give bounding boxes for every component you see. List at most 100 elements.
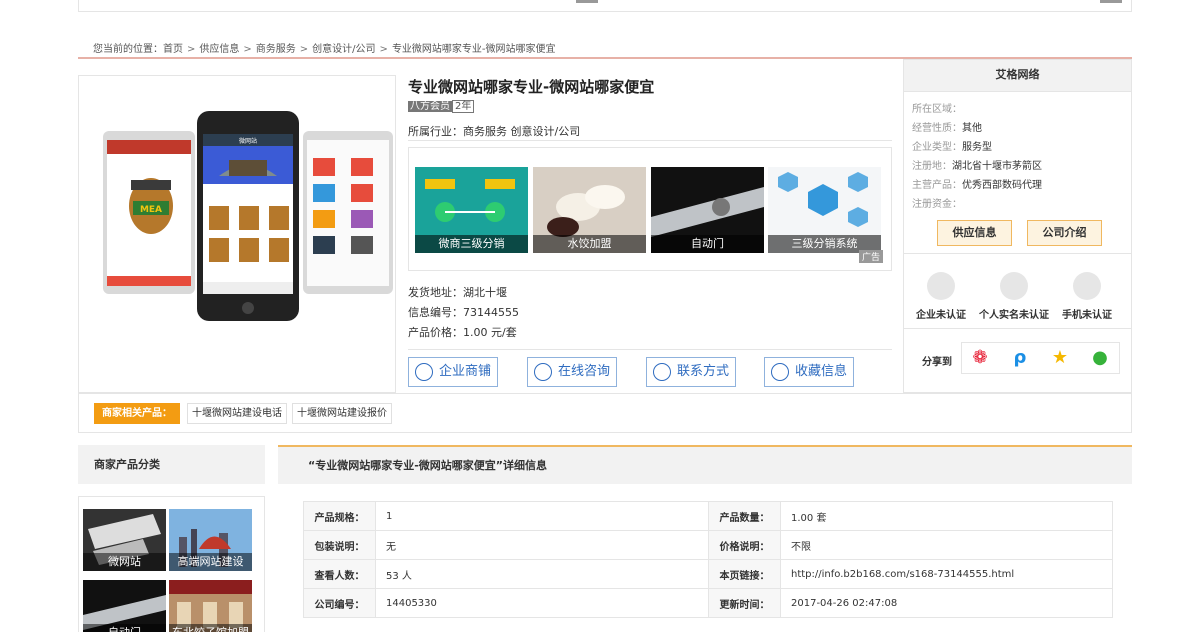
shop-button[interactable]: 企业商铺	[408, 357, 499, 387]
spec-value: 1	[375, 501, 709, 531]
table-row: 产品规格： 1 产品数量： 1.00 套	[303, 501, 1113, 531]
ad-caption: 微商三级分销	[415, 235, 528, 253]
category-header: 商家产品分类	[78, 445, 265, 484]
strip-handle-right	[1100, 0, 1122, 3]
breadcrumb-business[interactable]: 商务服务	[256, 44, 296, 55]
related-tag[interactable]: 十堰微网站建设电话	[187, 403, 287, 424]
share-bar: ❁ ρ ★ ●	[961, 342, 1120, 374]
ad-caption: 自动门	[651, 235, 764, 253]
table-row: 公司编号： 14405330 更新时间： 2017-04-26 02:47:08	[303, 588, 1113, 618]
consult-button-label: 在线咨询	[558, 364, 611, 379]
phone-mockup-illustration: MEA 微网站	[103, 111, 393, 321]
seller-capital: 注册资金：	[912, 199, 962, 210]
packaging-value: 无	[375, 530, 709, 560]
company-id-value: 14405330	[375, 588, 709, 618]
phone-icon	[653, 363, 671, 381]
cert-enterprise: 企业未认证	[916, 272, 966, 321]
info-id: 信息编号：73144555	[408, 306, 519, 319]
breadcrumb-supply[interactable]: 供应信息	[199, 44, 239, 55]
divider	[904, 328, 1131, 329]
ad-caption: 水饺加盟	[533, 235, 646, 253]
seller-nature: 经营性质：其他	[912, 123, 982, 134]
seller-name: 艾格网络	[904, 60, 1131, 92]
shop-icon	[415, 363, 433, 381]
seller-region: 所在区域：	[912, 104, 962, 115]
category-caption: 东北饺子馆加盟	[169, 624, 252, 632]
category-tile-dumpling-franchise[interactable]: 东北饺子馆加盟	[169, 580, 252, 632]
category-tile-high-end-site[interactable]: 高端网站建设	[169, 509, 252, 571]
breadcrumb-sep: >	[187, 44, 196, 55]
breadcrumb-sep: >	[379, 44, 388, 55]
price-note-label: 价格说明：	[708, 530, 781, 560]
id-card-icon	[1000, 272, 1028, 300]
consult-button[interactable]: 在线咨询	[527, 357, 618, 387]
weibo-icon[interactable]: ❁	[968, 347, 992, 369]
company-intro-button[interactable]: 公司介绍	[1027, 220, 1102, 246]
enterprise-cert-icon	[927, 272, 955, 300]
cert-phone: 手机未认证	[1062, 272, 1112, 321]
member-years: 2年	[452, 100, 475, 113]
contact-button-label: 联系方式	[677, 364, 730, 379]
related-label: 商家相关产品：	[94, 403, 180, 424]
page-link-label: 本页链接：	[708, 559, 781, 589]
star-icon	[771, 363, 789, 381]
ad-tile-distribution-system[interactable]: 三级分销系统	[768, 167, 881, 253]
updated-label: 更新时间：	[708, 588, 781, 618]
related-tag[interactable]: 十堰微网站建设报价	[292, 403, 392, 424]
favorite-button[interactable]: 收藏信息	[764, 357, 855, 387]
mobile-icon	[1073, 272, 1101, 300]
page-link-value[interactable]: http://info.b2b168.com/s168-73144555.htm…	[780, 559, 1113, 589]
seller-main-product: 主营产品：优秀西部数码代理	[912, 180, 1042, 191]
qzone-icon[interactable]: ★	[1048, 347, 1072, 369]
packaging-label: 包装说明：	[303, 530, 376, 560]
seller-registered: 注册地：湖北省十堰市茅箭区	[912, 161, 1042, 172]
category-caption: 高端网站建设	[169, 553, 252, 571]
favorite-button-label: 收藏信息	[795, 364, 848, 379]
divider	[408, 349, 892, 350]
breadcrumb-design[interactable]: 创意设计/公司	[312, 44, 375, 55]
ship-from: 发货地址：湖北十堰	[408, 286, 507, 299]
chat-icon	[534, 363, 552, 381]
product-industry: 所属行业：商务服务 创意设计/公司	[408, 125, 581, 138]
views-label: 查看人数：	[303, 559, 376, 589]
company-id-label: 公司编号：	[303, 588, 376, 618]
contact-button[interactable]: 联系方式	[646, 357, 737, 387]
updated-value: 2017-04-26 02:47:08	[780, 588, 1113, 618]
breadcrumb-prefix: 您当前的位置：	[93, 44, 163, 55]
top-strip	[78, 0, 1132, 12]
ad-tile-wechat-distribution[interactable]: 微商三级分销	[415, 167, 528, 253]
seller-type: 企业类型：服务型	[912, 142, 992, 153]
ad-tile-dumpling[interactable]: 水饺加盟	[533, 167, 646, 253]
ad-strip: 微商三级分销 水饺加盟 自动门 三级分销系统 广告	[408, 147, 892, 271]
supply-info-button[interactable]: 供应信息	[937, 220, 1012, 246]
tencent-weibo-icon[interactable]: ρ	[1008, 347, 1032, 369]
breadcrumb-sep: >	[299, 44, 309, 55]
category-grid: 微网站 高端网站建设 自动门 东北饺子馆加盟	[78, 496, 265, 632]
shop-button-label: 企业商铺	[439, 364, 492, 379]
product-image[interactable]: MEA 微网站	[78, 75, 396, 393]
divider	[904, 253, 1131, 254]
quantity-value: 1.00 套	[780, 501, 1113, 531]
divider	[408, 140, 892, 141]
breadcrumb: 您当前的位置：首页 > 供应信息 > 商务服务 > 创意设计/公司 > 专业微网站哪家专业-微网…	[93, 40, 556, 55]
breadcrumb-current: 专业微网站哪家专业-微网站哪家便宜	[391, 44, 556, 55]
cert-personal: 个人实名未认证	[979, 272, 1049, 321]
category-caption: 自动门	[83, 624, 166, 632]
share-label: 分享到	[922, 357, 952, 368]
breadcrumb-sep: >	[243, 44, 252, 55]
product-title: 专业微网站哪家专业-微网站哪家便宜	[408, 78, 655, 96]
ad-tag: 广告	[858, 250, 883, 263]
product-price: 产品价格：1.00 元/套	[408, 326, 517, 339]
table-row: 查看人数： 53 人 本页链接： http://info.b2b168.com/…	[303, 559, 1113, 589]
category-tile-micro-site[interactable]: 微网站	[83, 509, 166, 571]
wechat-icon[interactable]: ●	[1088, 347, 1112, 369]
detail-header: “专业微网站哪家专业-微网站哪家便宜”详细信息	[278, 445, 1132, 484]
price-note-value: 不限	[780, 530, 1113, 560]
member-badge: 八方会员 2年	[408, 97, 475, 113]
breadcrumb-home[interactable]: 首页	[163, 44, 183, 55]
table-row: 包装说明： 无 价格说明： 不限	[303, 530, 1113, 560]
category-caption: 微网站	[83, 553, 166, 571]
ad-tile-auto-door[interactable]: 自动门	[651, 167, 764, 253]
category-tile-auto-door[interactable]: 自动门	[83, 580, 166, 632]
views-value: 53 人	[375, 559, 709, 589]
